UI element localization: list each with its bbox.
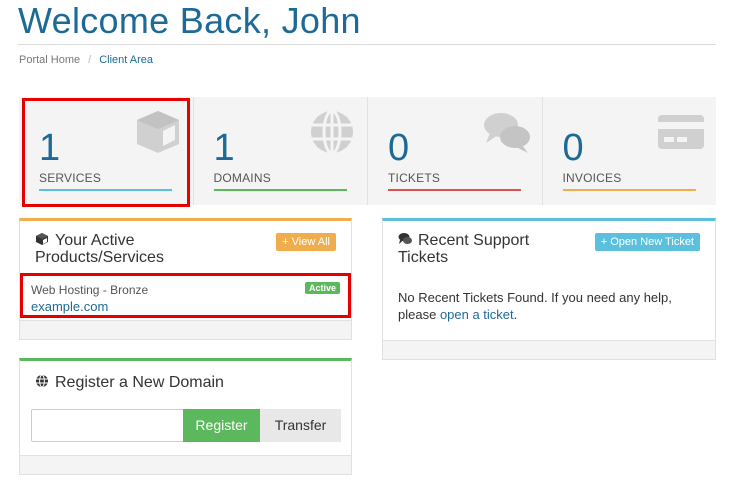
- tickets-title-line1: Recent Support: [418, 232, 530, 249]
- products-title-line2: Products/Services: [35, 249, 164, 266]
- no-tickets-message: No Recent Tickets Found. If you need any…: [398, 289, 698, 323]
- domains-bar: [213, 189, 347, 191]
- breadcrumb-current: Client Area: [99, 54, 154, 66]
- stats-row: 1 SERVICES 1 DOMAINS 0 TICKETS 0 INVOICE…: [19, 97, 716, 205]
- open-ticket-link[interactable]: open a ticket: [440, 307, 514, 322]
- tickets-title-line2: Tickets: [398, 249, 449, 266]
- domain-panel-heading: Register a New Domain: [20, 361, 351, 391]
- service-name: Web Hosting - Bronze: [31, 283, 149, 297]
- register-domain-panel: Register a New Domain Register Transfer: [19, 358, 352, 475]
- status-badge: Active: [304, 282, 340, 294]
- cube-icon: [36, 233, 48, 245]
- stat-tile-invoices[interactable]: 0 INVOICES: [543, 97, 717, 205]
- recent-tickets-panel: Recent Support Tickets + Open New Ticket…: [382, 218, 716, 360]
- stat-tile-tickets[interactable]: 0 TICKETS: [368, 97, 543, 205]
- invoices-count: 0: [562, 127, 584, 169]
- services-count: 1: [39, 127, 61, 169]
- tickets-bar: [388, 189, 521, 191]
- products-panel-footer: [20, 320, 351, 339]
- title-divider: [18, 44, 716, 45]
- invoices-bar: [562, 189, 696, 191]
- stat-tile-domains[interactable]: 1 DOMAINS: [194, 97, 368, 205]
- trailing-period: .: [513, 307, 518, 322]
- open-new-ticket-button[interactable]: + Open New Ticket: [594, 233, 700, 251]
- register-button[interactable]: Register: [183, 409, 260, 442]
- service-row[interactable]: Web Hosting - Bronze example.com Active: [20, 273, 351, 318]
- globe-icon: [311, 109, 353, 155]
- breadcrumb-separator: /: [88, 54, 92, 66]
- tickets-label: TICKETS: [388, 171, 441, 185]
- globe-icon: [36, 374, 48, 388]
- view-all-button[interactable]: + View All: [276, 233, 336, 251]
- chat-bubbles-icon: [483, 113, 530, 153]
- cube-icon: [136, 111, 179, 153]
- transfer-button[interactable]: Transfer: [260, 409, 341, 442]
- domain-search-input[interactable]: [31, 409, 184, 442]
- comments-icon: [398, 233, 412, 244]
- domains-label: DOMAINS: [213, 171, 271, 185]
- services-bar: [39, 189, 172, 191]
- invoices-label: INVOICES: [562, 171, 622, 185]
- products-title-line1: Your Active: [55, 232, 135, 249]
- service-domain-link[interactable]: example.com: [31, 299, 108, 314]
- breadcrumb-home[interactable]: Portal Home: [19, 54, 80, 66]
- domains-count: 1: [213, 127, 235, 169]
- services-label: SERVICES: [39, 171, 102, 185]
- tickets-count: 0: [388, 127, 410, 169]
- domain-panel-footer: [20, 455, 351, 474]
- stat-tile-services[interactable]: 1 SERVICES: [19, 97, 194, 205]
- page-title: Welcome Back, John: [18, 0, 361, 41]
- domain-panel-title: Register a New Domain: [55, 374, 224, 391]
- tickets-panel-footer: [383, 340, 715, 359]
- breadcrumb: Portal Home / Client Area: [19, 54, 153, 66]
- credit-card-icon: [658, 115, 704, 149]
